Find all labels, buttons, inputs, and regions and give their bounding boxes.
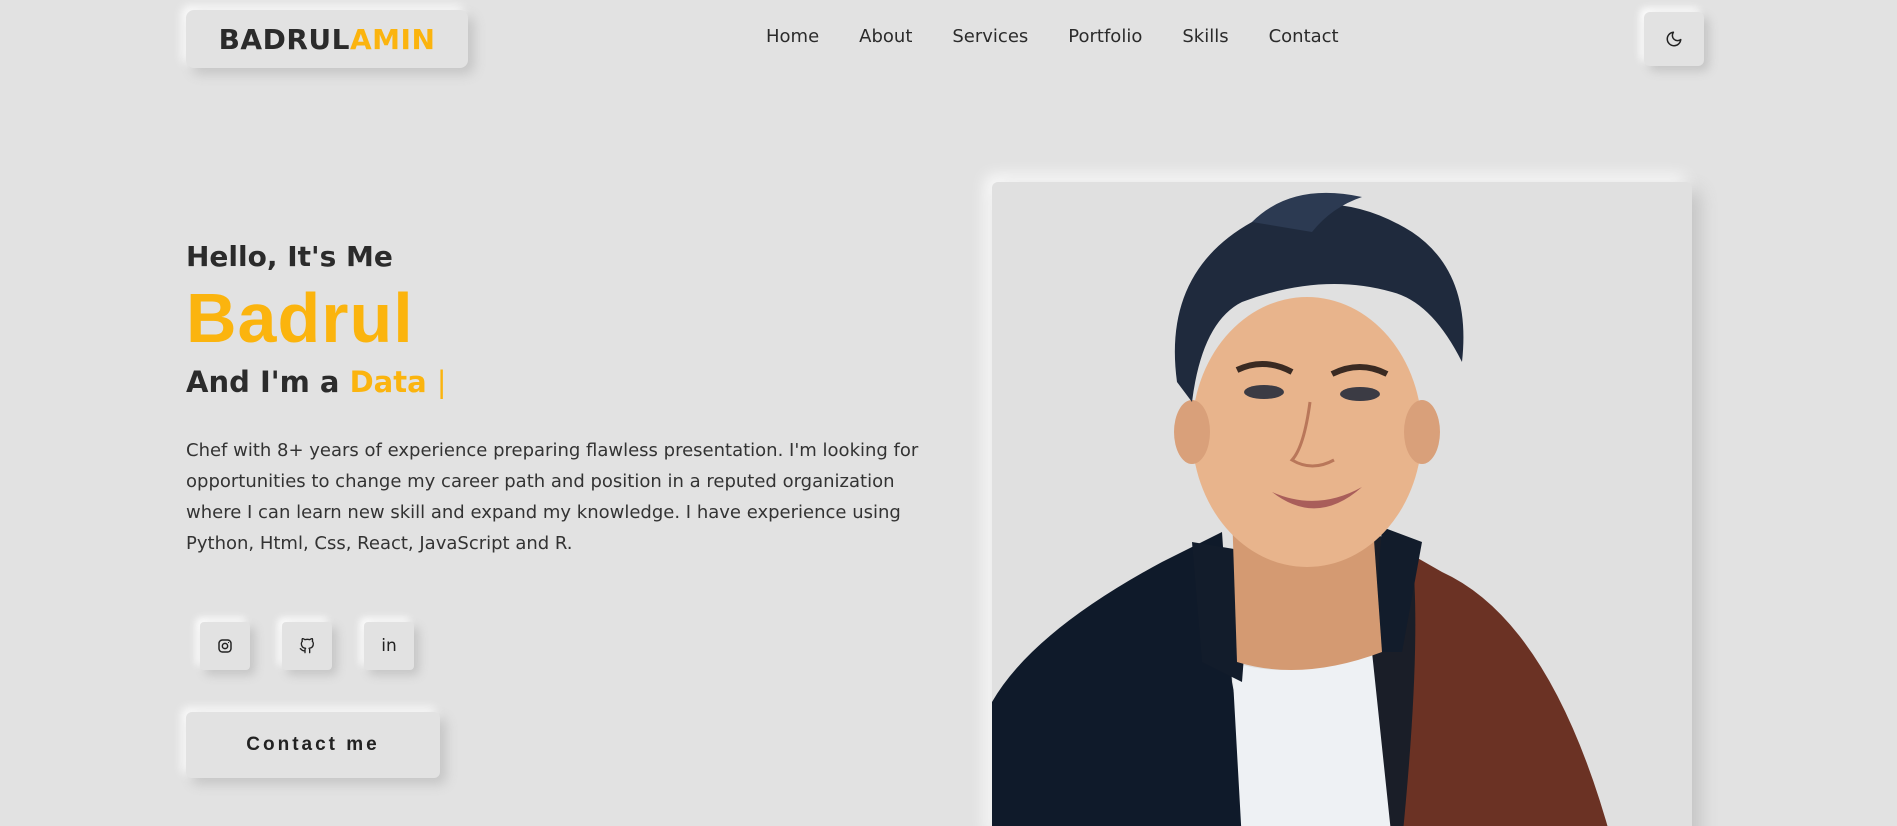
nav-home[interactable]: Home <box>766 26 819 47</box>
profile-portrait <box>992 182 1692 826</box>
social-links: in <box>200 622 414 670</box>
github-link[interactable] <box>282 622 332 670</box>
role-line: And I'm a Data | <box>186 365 946 399</box>
hero-text: Hello, It's Me Badrul And I'm a Data | C… <box>186 240 946 559</box>
role-typed: Data <box>349 365 427 399</box>
typing-cursor: | <box>436 365 447 399</box>
instagram-link[interactable] <box>200 622 250 670</box>
contact-me-button[interactable]: Contact me <box>186 712 440 778</box>
instagram-icon <box>218 639 232 653</box>
greeting: Hello, It's Me <box>186 240 393 273</box>
github-icon <box>299 638 314 654</box>
nav-contact[interactable]: Contact <box>1269 26 1339 47</box>
main-nav: Home About Services Portfolio Skills Con… <box>766 26 1339 47</box>
portrait-illustration <box>992 192 1608 826</box>
nav-about[interactable]: About <box>859 26 912 47</box>
nav-services[interactable]: Services <box>952 26 1028 47</box>
logo[interactable]: BADRUL AMIN <box>186 10 468 68</box>
nav-skills[interactable]: Skills <box>1182 26 1228 47</box>
moon-icon <box>1666 31 1682 47</box>
hero-description: Chef with 8+ years of experience prepari… <box>186 440 919 554</box>
logo-first: BADRUL <box>218 22 350 56</box>
hero-name: Badrul <box>186 279 414 357</box>
linkedin-link[interactable]: in <box>364 622 414 670</box>
nav-portfolio[interactable]: Portfolio <box>1068 26 1142 47</box>
role-prefix: And I'm a <box>186 365 340 399</box>
linkedin-icon: in <box>381 636 397 656</box>
theme-toggle-button[interactable] <box>1644 12 1704 66</box>
logo-second: AMIN <box>350 22 436 56</box>
